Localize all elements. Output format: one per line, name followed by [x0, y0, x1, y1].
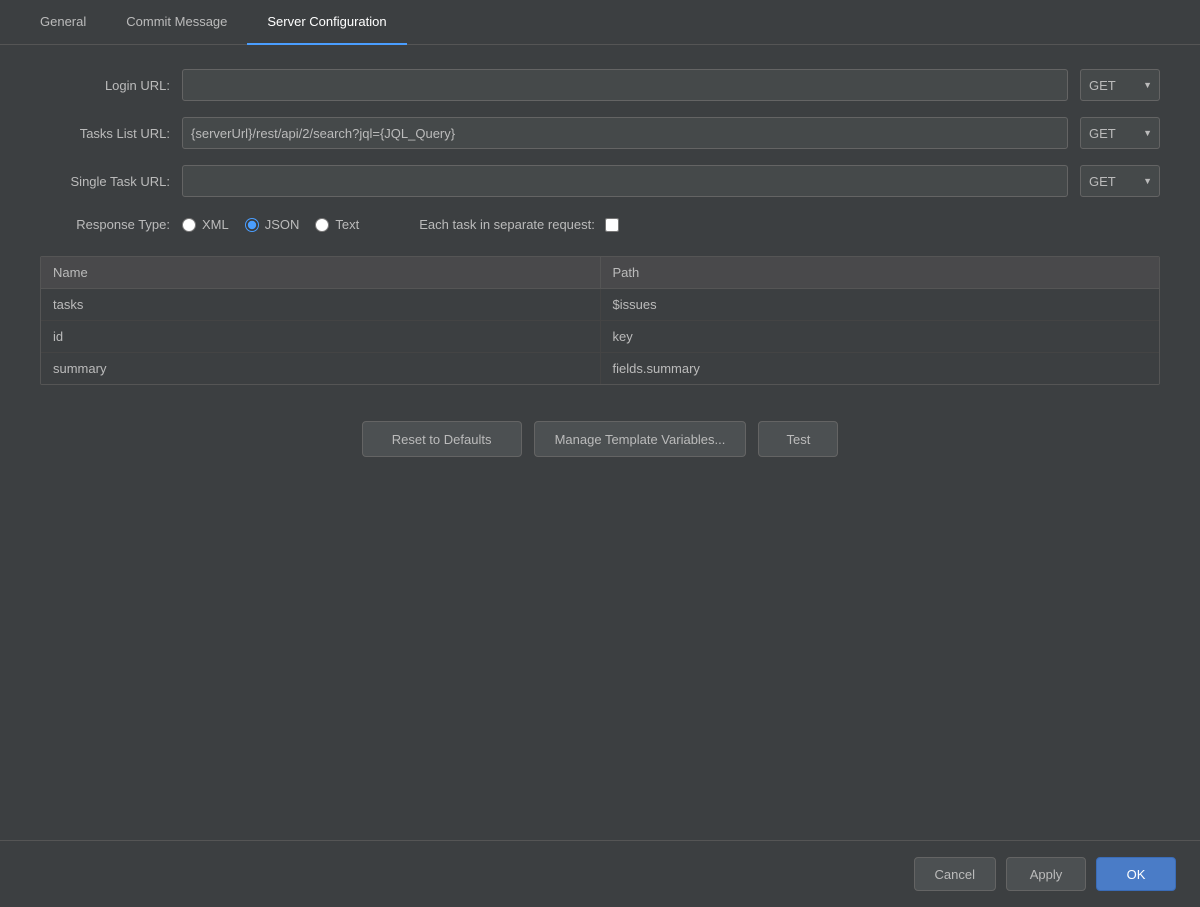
- table-cell-name: summary: [41, 353, 600, 385]
- table-row[interactable]: tasks $issues: [41, 289, 1159, 321]
- table-scroll-area[interactable]: tasks $issues id key summary fields.summ…: [41, 289, 1159, 384]
- radio-json-input[interactable]: [245, 218, 259, 232]
- mapping-table-body: tasks $issues id key summary fields.summ…: [41, 289, 1159, 384]
- tab-general[interactable]: General: [20, 0, 106, 45]
- table-body: tasks $issues id key summary fields.summ…: [41, 289, 1159, 384]
- single-task-url-input[interactable]: [182, 165, 1068, 197]
- ok-button[interactable]: OK: [1096, 857, 1176, 891]
- table-cell-path: fields.summary: [600, 353, 1159, 385]
- tab-commit-message[interactable]: Commit Message: [106, 0, 247, 45]
- login-url-input[interactable]: [182, 69, 1068, 101]
- tasks-list-url-input[interactable]: [182, 117, 1068, 149]
- radio-text-input[interactable]: [315, 218, 329, 232]
- table-cell-path: key: [600, 321, 1159, 353]
- apply-button[interactable]: Apply: [1006, 857, 1086, 891]
- tasks-list-url-label: Tasks List URL:: [40, 126, 170, 141]
- single-task-url-row: Single Task URL: GET POST PUT DELETE: [40, 165, 1160, 197]
- single-task-url-label: Single Task URL:: [40, 174, 170, 189]
- radio-xml-label: XML: [202, 217, 229, 232]
- radio-json[interactable]: JSON: [245, 217, 300, 232]
- mapping-table-container: Name Path tasks $issues id key: [40, 256, 1160, 385]
- radio-xml[interactable]: XML: [182, 217, 229, 232]
- manage-template-variables-button[interactable]: Manage Template Variables...: [534, 421, 747, 457]
- cancel-button[interactable]: Cancel: [914, 857, 996, 891]
- radio-xml-input[interactable]: [182, 218, 196, 232]
- each-task-label: Each task in separate request:: [419, 217, 595, 232]
- radio-text-label: Text: [335, 217, 359, 232]
- login-url-row: Login URL: GET POST PUT DELETE: [40, 69, 1160, 101]
- tab-bar: General Commit Message Server Configurat…: [0, 0, 1200, 45]
- login-url-method-select[interactable]: GET POST PUT DELETE: [1080, 69, 1160, 101]
- tasks-list-url-method-select[interactable]: GET POST PUT DELETE: [1080, 117, 1160, 149]
- content-area: Login URL: GET POST PUT DELETE Tasks Lis…: [0, 45, 1200, 481]
- col-header-name: Name: [41, 257, 600, 289]
- radio-json-label: JSON: [265, 217, 300, 232]
- col-header-path: Path: [600, 257, 1159, 289]
- table-header-row: Name Path: [41, 257, 1159, 289]
- single-task-url-method-wrapper: GET POST PUT DELETE: [1080, 165, 1160, 197]
- test-button[interactable]: Test: [758, 421, 838, 457]
- tab-server-configuration[interactable]: Server Configuration: [247, 0, 406, 45]
- table-row[interactable]: id key: [41, 321, 1159, 353]
- each-task-checkbox-item[interactable]: [605, 218, 619, 232]
- response-type-row: Response Type: XML JSON Text Each task i…: [40, 217, 1160, 232]
- mapping-table: Name Path: [41, 257, 1159, 289]
- reset-to-defaults-button[interactable]: Reset to Defaults: [362, 421, 522, 457]
- login-url-method-wrapper: GET POST PUT DELETE: [1080, 69, 1160, 101]
- radio-text[interactable]: Text: [315, 217, 359, 232]
- table-cell-path: $issues: [600, 289, 1159, 321]
- response-type-radio-group: XML JSON Text: [182, 217, 359, 232]
- login-url-label: Login URL:: [40, 78, 170, 93]
- table-row[interactable]: summary fields.summary: [41, 353, 1159, 385]
- tasks-list-url-method-wrapper: GET POST PUT DELETE: [1080, 117, 1160, 149]
- dialog: General Commit Message Server Configurat…: [0, 0, 1200, 907]
- tasks-list-url-row: Tasks List URL: GET POST PUT DELETE: [40, 117, 1160, 149]
- dialog-footer: Cancel Apply OK: [0, 840, 1200, 907]
- each-task-checkbox[interactable]: [605, 218, 619, 232]
- table-cell-name: id: [41, 321, 600, 353]
- table-cell-name: tasks: [41, 289, 600, 321]
- action-buttons-area: Reset to Defaults Manage Template Variab…: [40, 421, 1160, 457]
- response-type-label: Response Type:: [40, 217, 170, 232]
- single-task-url-method-select[interactable]: GET POST PUT DELETE: [1080, 165, 1160, 197]
